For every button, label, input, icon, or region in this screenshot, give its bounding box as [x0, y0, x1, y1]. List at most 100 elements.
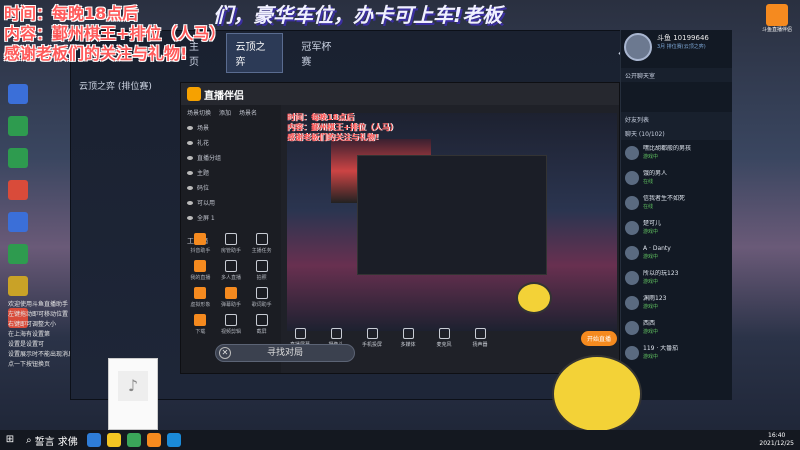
- music-mini-player[interactable]: ♪: [108, 358, 158, 430]
- scene-item[interactable]: 礼花: [181, 135, 281, 150]
- tool-button[interactable]: 多人直播: [216, 260, 247, 281]
- system-clock[interactable]: 16:40 2021/12/25: [759, 432, 800, 448]
- tool-button[interactable]: 歌词助手: [246, 287, 277, 308]
- eye-icon[interactable]: [187, 200, 193, 205]
- media-button[interactable]: 多媒体: [395, 328, 421, 348]
- button-label: 扬声器: [472, 342, 488, 348]
- tool-button[interactable]: 房管助手: [216, 233, 247, 254]
- scene-tab[interactable]: 场景名: [239, 108, 257, 117]
- scene-label: 场景: [197, 125, 210, 132]
- avatar: [625, 220, 639, 235]
- friend-item[interactable]: 饿的男人 在线: [621, 165, 732, 190]
- tool-label: 多人直播: [220, 275, 241, 281]
- avatar[interactable]: [624, 33, 652, 61]
- button-label: 麦克风: [436, 342, 452, 348]
- tool-button[interactable]: 主播任务: [246, 233, 277, 254]
- friend-item[interactable]: 信我者生不如死 在线: [621, 190, 732, 215]
- eye-icon[interactable]: [187, 155, 193, 160]
- scene-item[interactable]: 全屏 1: [181, 210, 281, 225]
- taskbar-app-edge[interactable]: [86, 433, 101, 447]
- taskbar-app-folder[interactable]: [106, 433, 121, 447]
- eye-icon[interactable]: [187, 140, 193, 145]
- tool-icon: [224, 287, 237, 299]
- scrolling-banner: 们，豪华车位，办卡可上车!老板: [213, 3, 503, 27]
- tool-button[interactable]: 抖音助手: [185, 233, 216, 254]
- music-note-icon: ♪: [118, 371, 148, 401]
- friend-status: 游戏中: [643, 229, 659, 235]
- friend-item[interactable]: 嘿比胡都般的男孩 游戏中: [621, 140, 732, 165]
- eye-icon[interactable]: [187, 125, 193, 130]
- app-logo-icon: [187, 87, 201, 101]
- friend-status: 在线: [643, 179, 654, 185]
- tool-button[interactable]: 虚拟形象: [185, 287, 216, 308]
- taskbar-search[interactable]: ⌕ 誓言 求佛: [20, 433, 84, 448]
- start-live-button[interactable]: 开始直播: [580, 330, 617, 346]
- taskbar-app-wechat[interactable]: [126, 433, 141, 447]
- eye-icon[interactable]: [187, 170, 193, 175]
- tool-icon: [224, 314, 237, 326]
- friend-item[interactable]: 渊雨123 游戏中: [621, 290, 732, 315]
- taskbar-app-live[interactable]: [146, 433, 161, 447]
- desktop-icon-excel[interactable]: [2, 148, 34, 168]
- tool-label: 弹幕助手: [220, 302, 241, 308]
- tool-button[interactable]: 截屏: [246, 314, 277, 335]
- overlay-content: 内容：鄞州棋王+排位（人马）: [4, 24, 226, 43]
- tool-button[interactable]: 拍照: [246, 260, 277, 281]
- tool-button[interactable]: 弹幕助手: [216, 287, 247, 308]
- windows-start-icon[interactable]: ⊞: [0, 430, 20, 450]
- scene-tab[interactable]: 场景切换: [187, 108, 211, 117]
- tab-tft[interactable]: 云顶之弈: [226, 33, 284, 73]
- mic-button[interactable]: 麦克风: [431, 328, 457, 348]
- desktop-icon-this-pc[interactable]: [2, 84, 34, 104]
- taskbar-app-qq[interactable]: [166, 433, 181, 447]
- public-chat-room[interactable]: 公开聊天室: [621, 68, 732, 82]
- tool-button[interactable]: 我的直播: [185, 260, 216, 281]
- friend-item[interactable]: 楚可儿 游戏中: [621, 215, 732, 240]
- scene-item[interactable]: 可以用: [181, 195, 281, 210]
- speaker-button[interactable]: 扬声器: [467, 328, 493, 348]
- scene-item[interactable]: 场景: [181, 120, 281, 135]
- desktop-icon-qq[interactable]: [2, 212, 34, 232]
- tool-label: 我的直播: [190, 275, 211, 281]
- tool-button[interactable]: 视频剪辑: [216, 314, 247, 335]
- friend-name: 所以的玩123: [643, 270, 679, 277]
- app-name: 直播伴侣: [204, 90, 244, 102]
- game-mode-title: 云顶之弈 (排位赛): [79, 82, 152, 92]
- desktop-icon-wechat[interactable]: [2, 244, 34, 264]
- profile-header: 斗鱼 10199646 3月 排位赛(云顶之弈): [621, 30, 732, 68]
- desktop-icon-recycle-bin[interactable]: [2, 116, 34, 136]
- phone-cast-button[interactable]: 手机投屏: [359, 328, 385, 348]
- preview-overlay-line: 内容：鄞州棋王+排位（人马）: [287, 123, 398, 132]
- friend-status: 游戏中: [643, 154, 659, 160]
- friend-item[interactable]: 西西 游戏中: [621, 315, 732, 340]
- friend-item[interactable]: 所以的玩123 游戏中: [621, 265, 732, 290]
- tool-button[interactable]: 下载: [185, 314, 216, 335]
- scene-item[interactable]: 码位: [181, 180, 281, 195]
- avatar: [625, 170, 639, 185]
- monitor-icon: [294, 328, 306, 339]
- scene-tab[interactable]: 添加: [219, 108, 231, 117]
- friend-name: 楚可儿: [643, 220, 662, 227]
- avatar: [625, 145, 639, 160]
- tab-champion-cup[interactable]: 冠军杯赛: [293, 34, 348, 72]
- friend-item[interactable]: A · Danty 游戏中: [621, 240, 732, 265]
- psyduck-sticker-small: [516, 282, 552, 314]
- eye-icon[interactable]: [187, 185, 193, 190]
- tool-icon: [194, 314, 207, 326]
- eye-icon[interactable]: [187, 215, 193, 220]
- find-match-button[interactable]: ✕ 寻找对局: [215, 344, 355, 362]
- friend-item[interactable]: 119 · 大番茄 游戏中: [621, 340, 732, 365]
- scene-item[interactable]: 直播分组: [181, 150, 281, 165]
- tool-label: 视频剪辑: [220, 329, 241, 335]
- stream-preview[interactable]: 时间：每晚18点后 内容：鄞州棋王+排位（人马） 感谢老板们的关注与礼物!: [287, 113, 617, 331]
- desktop-icon-music[interactable]: [2, 180, 34, 200]
- profile-info: 斗鱼 10199646 3月 排位赛(云顶之弈): [657, 33, 709, 65]
- close-icon[interactable]: ✕: [219, 347, 231, 359]
- friend-group[interactable]: 聊天 (10/102): [621, 126, 732, 140]
- overlay-thanks: 感谢老板们的关注与礼物!: [4, 44, 188, 63]
- tool-header: 直播伴侣: [181, 83, 619, 105]
- avatar: [625, 345, 639, 360]
- friend-name: A · Danty: [643, 245, 671, 252]
- desktop-icon-douyu[interactable]: [2, 276, 34, 296]
- scene-item[interactable]: 主题: [181, 165, 281, 180]
